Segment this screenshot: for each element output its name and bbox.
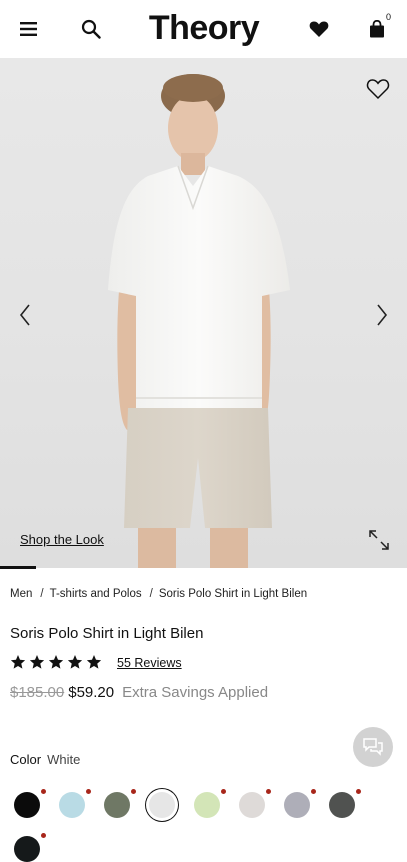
breadcrumb-item-men[interactable]: Men bbox=[10, 588, 32, 600]
sale-price: $59.20 bbox=[68, 684, 115, 701]
chevron-right-icon bbox=[377, 304, 388, 326]
color-selector-label: Color White bbox=[10, 752, 80, 767]
shopping-bag-button[interactable]: 0 bbox=[362, 12, 392, 44]
next-image-button[interactable] bbox=[371, 300, 393, 330]
color-swatch-dark-navy[interactable] bbox=[14, 833, 46, 862]
star-icon bbox=[10, 655, 26, 669]
product-title: Soris Polo Shirt in Light Bilen bbox=[10, 625, 204, 642]
original-price: $185.00 bbox=[10, 684, 65, 701]
menu-icon bbox=[20, 22, 37, 36]
color-swatch-light-blue[interactable] bbox=[59, 789, 91, 818]
search-icon bbox=[81, 19, 101, 39]
star-icon bbox=[67, 655, 83, 669]
color-swatch-white[interactable] bbox=[149, 792, 175, 818]
selected-color-name: White bbox=[47, 752, 81, 767]
star-icon bbox=[29, 655, 45, 669]
reviews-link[interactable]: 55 Reviews bbox=[117, 656, 182, 670]
color-swatch-light-grey[interactable] bbox=[239, 789, 271, 818]
chat-icon bbox=[363, 738, 383, 756]
menu-button[interactable] bbox=[14, 14, 44, 44]
previous-image-button[interactable] bbox=[14, 300, 36, 330]
expand-icon bbox=[369, 530, 389, 550]
star-icon bbox=[48, 655, 64, 669]
brand-logo[interactable]: Theory bbox=[137, 8, 271, 48]
search-button[interactable] bbox=[76, 14, 106, 44]
wishlist-heart-icon bbox=[366, 79, 390, 100]
swatch-indicator-dot bbox=[311, 789, 316, 794]
star-icon bbox=[86, 655, 102, 669]
swatch-indicator-dot bbox=[131, 789, 136, 794]
color-swatch-black[interactable] bbox=[14, 789, 46, 818]
color-swatch-charcoal[interactable] bbox=[329, 789, 361, 818]
color-label: Color bbox=[10, 752, 42, 767]
breadcrumb-separator: / bbox=[149, 588, 153, 600]
price-row: $185.00 $59.20 Extra Savings Applied bbox=[10, 684, 268, 701]
chat-button[interactable] bbox=[353, 727, 393, 767]
swatch-indicator-dot bbox=[86, 789, 91, 794]
product-image-carousel[interactable]: Shop the Look bbox=[0, 58, 407, 568]
swatch-indicator-dot bbox=[266, 789, 271, 794]
swatch-indicator-dot bbox=[41, 789, 46, 794]
color-swatch-light-green[interactable] bbox=[194, 789, 226, 818]
shop-the-look-link[interactable]: Shop the Look bbox=[20, 532, 104, 547]
savings-label: Extra Savings Applied bbox=[122, 684, 269, 701]
shopping-bag-icon bbox=[370, 20, 384, 38]
heart-icon bbox=[309, 21, 329, 37]
carousel-progress-indicator bbox=[0, 566, 36, 569]
breadcrumb-item-category[interactable]: T-shirts and Polos bbox=[50, 588, 142, 600]
breadcrumb-item-current: Soris Polo Shirt in Light Bilen bbox=[158, 588, 308, 600]
product-photo bbox=[108, 74, 290, 568]
swatch-indicator-dot bbox=[221, 789, 226, 794]
star-rating bbox=[10, 654, 102, 672]
wishlist-button[interactable] bbox=[364, 76, 392, 102]
favorites-button[interactable] bbox=[304, 14, 334, 44]
swatch-indicator-dot bbox=[41, 833, 46, 838]
color-swatch-olive[interactable] bbox=[104, 789, 136, 818]
breadcrumb-separator: / bbox=[40, 588, 44, 600]
breadcrumb: Men / T-shirts and Polos / Soris Polo Shirt … bbox=[10, 588, 307, 600]
bag-count: 0 bbox=[386, 12, 392, 22]
site-header: Theory 0 bbox=[0, 0, 407, 58]
color-swatch-lavender-grey[interactable] bbox=[284, 789, 316, 818]
chevron-left-icon bbox=[19, 304, 30, 326]
swatch-indicator-dot bbox=[356, 789, 361, 794]
expand-image-button[interactable] bbox=[366, 528, 392, 552]
